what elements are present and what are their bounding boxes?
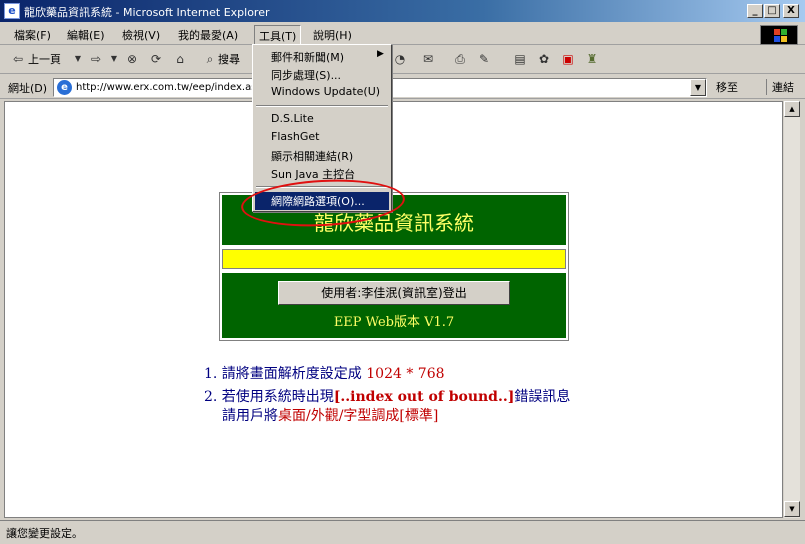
forward-dropdown-icon[interactable]: ▼ [106, 51, 122, 67]
note-2-text: 2. 若使用系統時出現 [204, 389, 334, 405]
login-area: 使用者:李佳泯(資訊室)登出 EEP Web版本 V1.7 [222, 273, 566, 338]
note-1-value: 1024 * 768 [366, 366, 445, 382]
menu-item-sync[interactable]: 同步處理(S)... [271, 67, 341, 83]
note-font: 請用戶將桌面/外觀/字型調成[標準] [222, 405, 438, 425]
tool-icon[interactable]: ♜ [584, 51, 600, 67]
address-bar: 網址(D) e http://www.erx.com.tw/eep/index.… [0, 75, 805, 99]
scroll-down-icon[interactable]: ▼ [784, 501, 800, 517]
menu-favorites[interactable]: 我的最愛(A) [178, 27, 238, 43]
menu-item-flashget[interactable]: FlashGet [271, 130, 319, 143]
close-button[interactable]: X [783, 4, 799, 18]
address-label: 網址(D) [8, 82, 48, 95]
status-bar: 讓您變更設定。 [0, 520, 805, 544]
menu-item-related-links[interactable]: 顯示相關連結(R) [271, 148, 353, 164]
search-button[interactable]: 搜尋 [218, 51, 240, 67]
note-error: 2. 若使用系統時出現[..index out of bound..]錯誤訊息 [204, 386, 570, 406]
toolbar: ⇦ 上一頁 ▼ ⇨ ▼ ⊗ ⟳ ⌂ ⌕ 搜尋 ◔ ✉ ⎙ ✎ ▤ ✿ ▣ ♜ [0, 46, 805, 74]
history-icon[interactable]: ◔ [392, 51, 408, 67]
menu-item-mail-news[interactable]: 郵件和新聞(M) [271, 49, 344, 65]
home-icon[interactable]: ⌂ [172, 51, 188, 67]
menu-divider [256, 105, 388, 107]
window-title: 龍欣藥品資訊系統 - Microsoft Internet Explorer [24, 6, 270, 19]
address-dropdown-icon[interactable]: ▼ [690, 79, 706, 96]
status-text: 讓您變更設定。 [6, 527, 83, 540]
windows-logo-icon [760, 25, 798, 45]
menu-view[interactable]: 檢視(V) [122, 27, 160, 43]
menu-bar: 檔案(F) 編輯(E) 檢視(V) 我的最愛(A) 工具(T) 說明(H) [0, 23, 805, 47]
version-label: EEP Web版本 V1.7 [333, 315, 455, 330]
message-bar [222, 249, 566, 269]
menu-file[interactable]: 檔案(F) [14, 27, 51, 43]
title-bar: e 龍欣藥品資訊系統 - Microsoft Internet Explorer… [0, 0, 805, 22]
back-dropdown-icon[interactable]: ▼ [70, 51, 86, 67]
links-button[interactable]: 連結 [766, 79, 794, 95]
menu-help[interactable]: 說明(H) [313, 27, 352, 43]
page-icon: e [57, 80, 72, 95]
note-1-text: 1. 請將畫面解析度設定成 [204, 366, 367, 382]
stop-icon[interactable]: ⊗ [124, 51, 140, 67]
menu-item-ds-lite[interactable]: D.S.Lite [271, 112, 314, 125]
flashget-icon[interactable]: ▣ [560, 51, 576, 67]
ie-app-icon[interactable]: e [4, 3, 20, 19]
messenger-icon[interactable]: ✿ [536, 51, 552, 67]
mail-icon[interactable]: ✉ [420, 51, 436, 67]
note-2-error: [..index out of bound..] [333, 389, 515, 405]
note-3-path: 桌面/外觀/字型調成[標準] [278, 408, 439, 424]
note-2-suffix: 錯誤訊息 [514, 389, 571, 405]
back-arrow-icon[interactable]: ⇦ [10, 51, 26, 67]
forward-arrow-icon[interactable]: ⇨ [88, 51, 104, 67]
go-button[interactable]: 移至 [716, 79, 738, 95]
vertical-scrollbar[interactable]: ▲ ▼ [783, 101, 800, 518]
address-url[interactable]: http://www.erx.com.tw/eep/index.asp [76, 82, 263, 93]
edit-icon[interactable]: ✎ [476, 51, 492, 67]
back-button[interactable]: 上一頁 [28, 51, 61, 67]
refresh-icon[interactable]: ⟳ [148, 51, 164, 67]
scroll-up-icon[interactable]: ▲ [784, 101, 800, 117]
menu-item-windows-update[interactable]: Windows Update(U) [271, 85, 380, 98]
logout-button[interactable]: 使用者:李佳泯(資訊室)登出 [278, 281, 510, 305]
maximize-button[interactable]: □ [764, 4, 780, 18]
search-icon[interactable]: ⌕ [202, 51, 218, 67]
submenu-arrow-icon: ▶ [377, 49, 384, 59]
menu-edit[interactable]: 編輯(E) [67, 27, 105, 43]
discuss-icon[interactable]: ▤ [512, 51, 528, 67]
minimize-button[interactable]: _ [747, 4, 763, 18]
note-3-text: 請用戶將 [222, 408, 278, 424]
note-resolution: 1. 請將畫面解析度設定成 1024 * 768 [204, 363, 445, 383]
print-icon[interactable]: ⎙ [452, 51, 468, 67]
